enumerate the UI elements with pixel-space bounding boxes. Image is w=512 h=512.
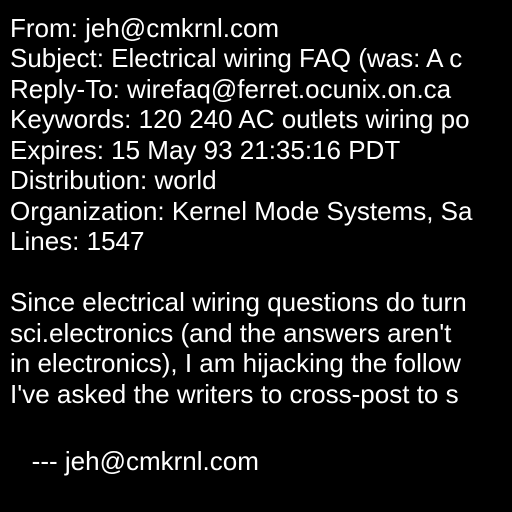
body-line: in electronics), I am hijacking the foll… (10, 348, 461, 378)
signature: --- jeh@cmkrnl.com (10, 446, 259, 476)
body-line: sci.electronics (and the answers aren't (10, 318, 452, 348)
header-subject: Subject: Electrical wiring FAQ (was: A c (10, 43, 463, 73)
header-lines: Lines: 1547 (10, 226, 145, 256)
message-document: From: jeh@cmkrnl.com Subject: Electrical… (0, 0, 512, 512)
header-distribution: Distribution: world (10, 165, 217, 195)
header-expires: Expires: 15 May 93 21:35:16 PDT (10, 135, 401, 165)
header-organization: Organization: Kernel Mode Systems, Sa (10, 196, 473, 226)
header-from: From: jeh@cmkrnl.com (10, 13, 280, 43)
body-line: I've asked the writers to cross-post to … (10, 379, 459, 409)
header-reply-to: Reply-To: wirefaq@ferret.ocunix.on.ca (10, 74, 452, 104)
body-line: Since electrical wiring questions do tur… (10, 287, 467, 317)
header-keywords: Keywords: 120 240 AC outlets wiring po (10, 104, 470, 134)
